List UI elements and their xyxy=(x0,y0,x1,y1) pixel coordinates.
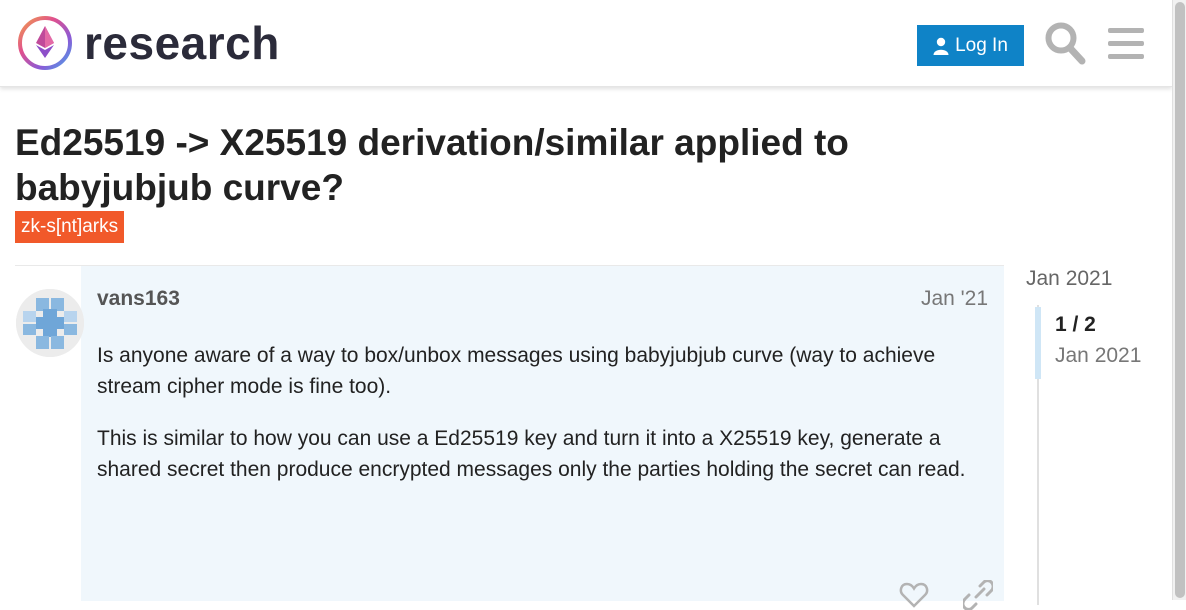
login-button[interactable]: Log In xyxy=(917,25,1024,66)
heart-icon[interactable] xyxy=(899,580,929,610)
search-icon[interactable] xyxy=(1044,21,1086,65)
login-label: Log In xyxy=(955,34,1008,56)
topic-post: vans163 Jan '21 Is anyone aware of a way… xyxy=(15,265,1004,610)
site-name: research xyxy=(84,17,280,69)
page-scrollbar[interactable] xyxy=(1172,0,1186,600)
category-badge[interactable]: zk-s[nt]arks xyxy=(15,211,125,243)
link-icon[interactable] xyxy=(963,580,993,610)
post-content: Is anyone aware of a way to box/unbox me… xyxy=(97,341,987,507)
avatar[interactable] xyxy=(16,289,84,357)
ethereum-research-logo-icon xyxy=(18,16,72,70)
hamburger-menu-icon[interactable] xyxy=(1106,24,1146,64)
post-date[interactable]: Jan '21 xyxy=(921,287,988,311)
timeline-position: 1 / 2 xyxy=(1055,313,1096,336)
site-logo[interactable]: research xyxy=(16,14,280,72)
site-header: research Log In xyxy=(0,0,1172,87)
scrollbar-thumb[interactable] xyxy=(1175,2,1185,598)
timeline-start-date[interactable]: Jan 2021 xyxy=(1026,267,1112,291)
timeline-scroller-handle[interactable] xyxy=(1035,307,1041,379)
post-paragraph: Is anyone aware of a way to box/unbox me… xyxy=(97,344,936,398)
topic-title[interactable]: Ed25519 -> X25519 derivation/similar app… xyxy=(15,120,955,210)
post-paragraph: This is similar to how you can use a Ed2… xyxy=(97,427,966,481)
timeline-current-date: Jan 2021 xyxy=(1055,344,1142,367)
user-icon xyxy=(933,37,949,55)
post-username[interactable]: vans163 xyxy=(97,287,180,311)
